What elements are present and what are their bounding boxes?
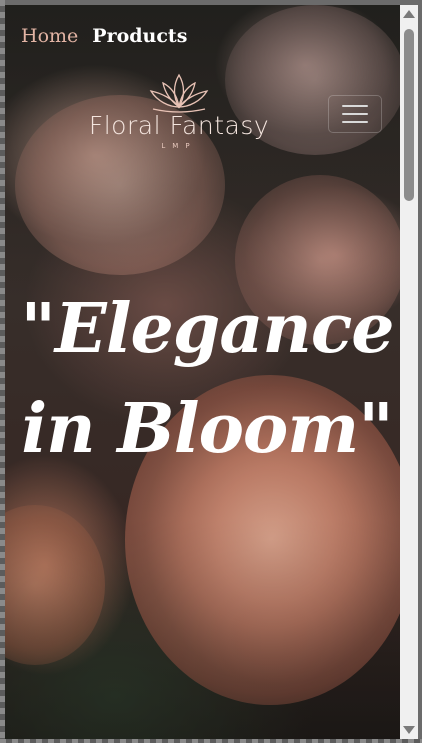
hero-line: in Bloom" bbox=[21, 389, 393, 469]
menu-toggle-button[interactable] bbox=[328, 95, 382, 133]
scroll-up-button[interactable] bbox=[400, 5, 418, 23]
arrow-down-icon bbox=[403, 726, 415, 734]
hero-background: Home Products Floral Fantasy LMP "Elegan… bbox=[5, 5, 400, 739]
brand-name: Floral Fantasy bbox=[88, 111, 270, 140]
vertical-scrollbar[interactable] bbox=[400, 5, 418, 739]
top-nav: Home Products bbox=[21, 25, 187, 47]
scroll-down-button[interactable] bbox=[400, 721, 418, 739]
hamburger-icon bbox=[342, 113, 368, 115]
hamburger-icon bbox=[342, 105, 368, 107]
nav-link-home[interactable]: Home bbox=[21, 25, 78, 47]
brand-logo[interactable]: Floral Fantasy LMP bbox=[79, 71, 279, 150]
hero-line: "Elegance bbox=[20, 289, 394, 369]
lotus-icon bbox=[149, 73, 209, 113]
window-edge bbox=[0, 739, 422, 743]
brand-tagline: LMP bbox=[161, 142, 197, 150]
scrollbar-thumb[interactable] bbox=[404, 29, 414, 201]
hero-heading: "Elegance in Bloom" bbox=[17, 279, 397, 479]
nav-link-products[interactable]: Products bbox=[92, 25, 187, 47]
hamburger-icon bbox=[342, 121, 368, 123]
arrow-up-icon bbox=[403, 10, 415, 18]
